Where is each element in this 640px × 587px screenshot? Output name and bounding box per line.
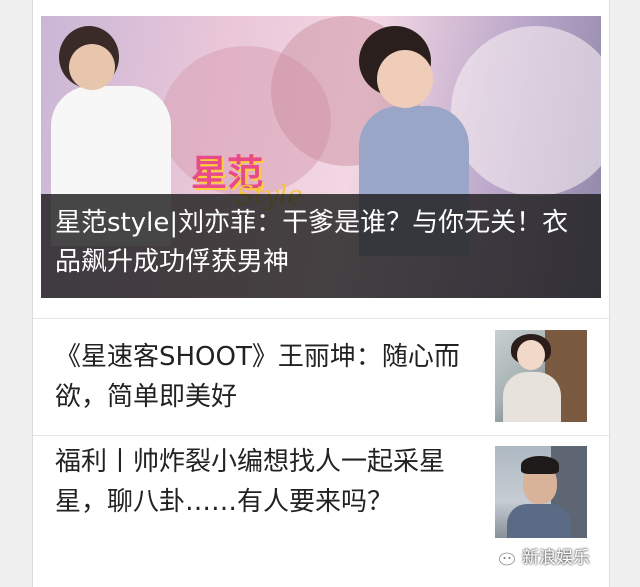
- thumbnail-person-hair: [521, 456, 559, 474]
- list-item-thumbnail[interactable]: [495, 446, 587, 538]
- wechat-icon: [490, 545, 515, 565]
- hero-caption[interactable]: 星范style|刘亦菲：干爹是谁？与你无关！衣品飙升成功俘获男神: [41, 194, 601, 298]
- thumbnail-person-face: [517, 340, 545, 370]
- watermark-text: 新浪娱乐: [522, 548, 590, 568]
- list-item-title[interactable]: 福利丨帅炸裂小编想找人一起采星星，聊八卦……有人要来吗？: [55, 442, 475, 522]
- divider: [33, 318, 609, 319]
- list-item-thumbnail[interactable]: [495, 330, 587, 422]
- hero-person-face: [377, 50, 433, 108]
- thumbnail-person-body: [503, 372, 561, 422]
- list-item-title[interactable]: 《星速客SHOOT》王丽坤：随心而欲，简单即美好: [55, 337, 475, 417]
- article-list-card: 星范 Style 星范style|刘亦菲：干爹是谁？与你无关！衣品飙升成功俘获男…: [32, 0, 610, 587]
- watermark: 新浪娱乐: [490, 543, 590, 568]
- divider: [33, 435, 609, 436]
- thumbnail-person-body: [507, 504, 571, 538]
- hero-article[interactable]: 星范 Style 星范style|刘亦菲：干爹是谁？与你无关！衣品飙升成功俘获男…: [41, 16, 601, 298]
- hero-person-face: [69, 44, 115, 90]
- hero-bg-shape: [451, 26, 601, 196]
